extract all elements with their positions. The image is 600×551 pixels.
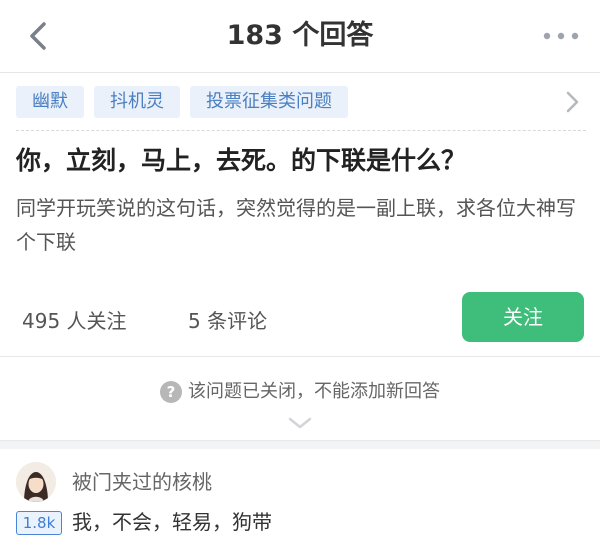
closed-notice: ? 该问题已关闭，不能添加新回答 xyxy=(0,376,600,408)
section-gap xyxy=(0,440,600,449)
topic-tag[interactable]: 抖机灵 xyxy=(94,86,180,118)
closed-notice-text: 该问题已关闭，不能添加新回答 xyxy=(188,381,440,402)
avatar-image-icon xyxy=(16,462,56,502)
comments-count[interactable]: 5 条评论 xyxy=(188,305,267,337)
question-title: 你，立刻，马上，去死。的下联是什么？ xyxy=(16,146,467,175)
followers-count[interactable]: 495 人关注 xyxy=(22,305,127,337)
divider xyxy=(0,356,600,357)
topic-tag[interactable]: 幽默 xyxy=(16,86,84,118)
vote-count-badge[interactable]: 1.8k xyxy=(16,511,62,535)
topic-tags: 幽默 抖机灵 投票征集类问题 xyxy=(16,86,348,118)
more-options-icon[interactable] xyxy=(540,25,582,47)
chevron-down-icon[interactable] xyxy=(286,416,314,430)
question-mark-icon: ? xyxy=(160,381,182,403)
chevron-right-icon[interactable] xyxy=(560,90,584,114)
question-description: 同学开玩笑说的这句话，突然觉得的是一副上联，求各位大神写个下联 xyxy=(16,196,576,254)
avatar[interactable] xyxy=(16,462,56,502)
topic-tag[interactable]: 投票征集类问题 xyxy=(190,86,348,118)
answer-excerpt[interactable]: 我，不会，轻易，狗带 xyxy=(72,504,272,540)
tags-divider xyxy=(16,130,586,131)
page-title: 183 个回答 xyxy=(226,20,374,51)
answer-author[interactable]: 被门夹过的核桃 xyxy=(72,466,212,498)
follow-button[interactable]: 关注 xyxy=(462,292,584,342)
